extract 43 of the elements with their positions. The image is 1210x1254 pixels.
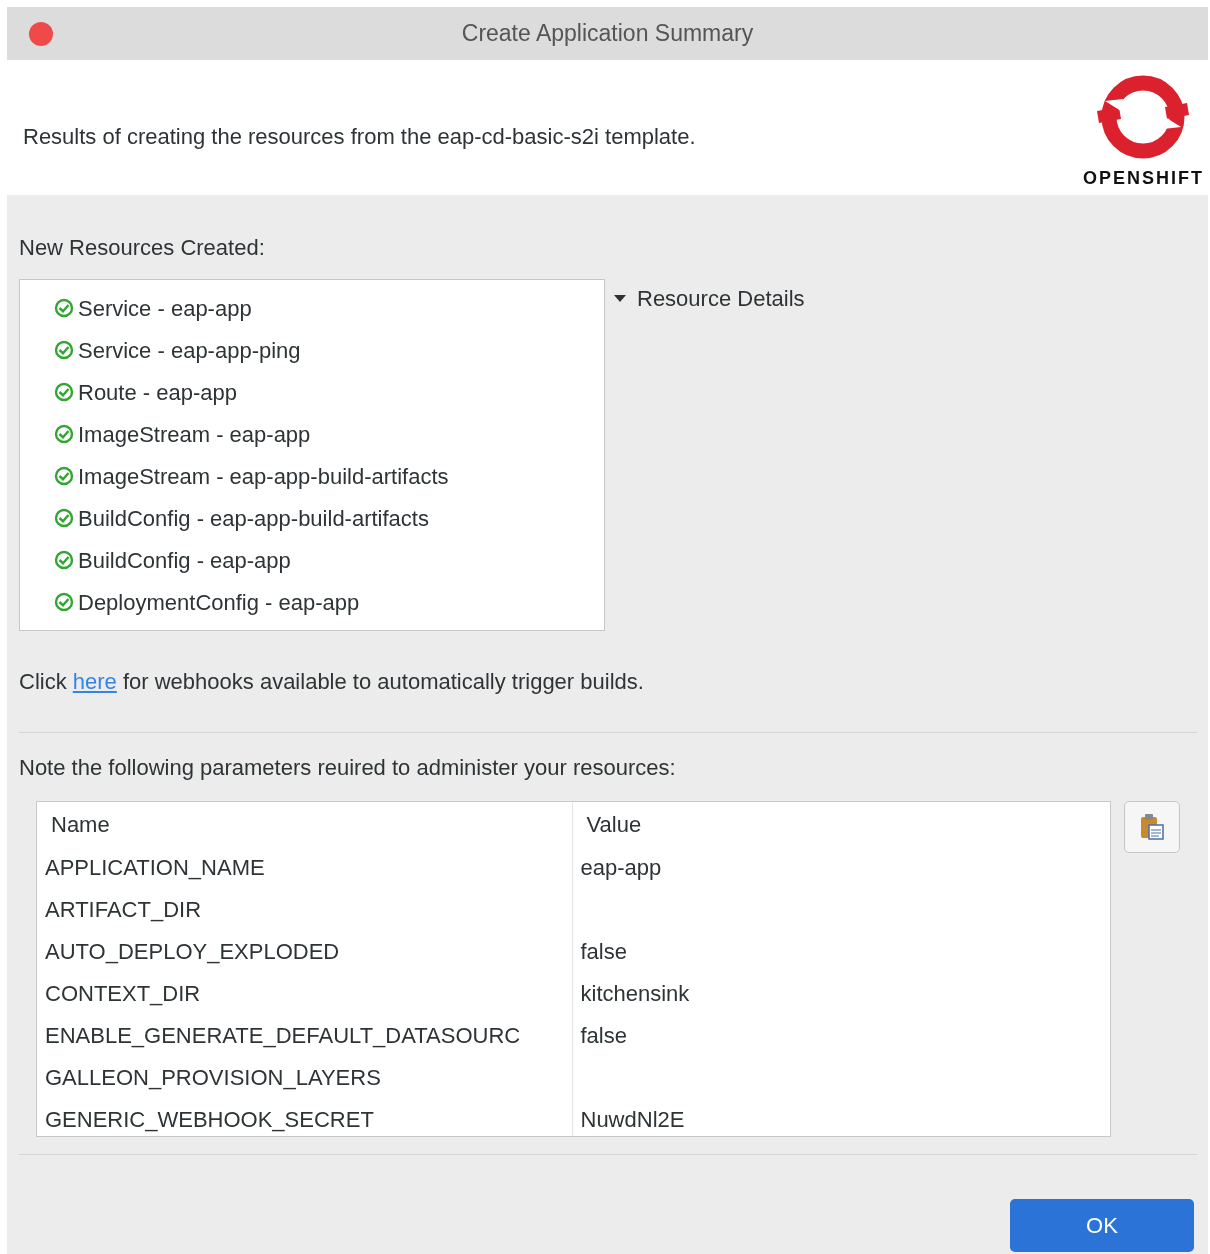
check-circle-icon <box>54 550 74 570</box>
table-cell: false <box>580 938 627 964</box>
resource-item: ImageStream - eap-app-build-artifacts <box>78 462 449 491</box>
resource-item: Service - eap-app-ping <box>78 336 301 365</box>
table-cell: CONTEXT_DIR <box>45 980 201 1006</box>
ok-button[interactable]: OK <box>1010 1199 1194 1252</box>
description-text: Results of creating the resources from the eap-cd-basic-s2i template. <box>23 122 696 151</box>
section-label: New Resources Created: <box>19 234 266 262</box>
close-button[interactable] <box>29 22 53 46</box>
resource-item: Service - eap-app <box>78 294 252 323</box>
resource-item: ImageStream - eap-app <box>78 420 311 449</box>
table-cell: APPLICATION_NAME <box>45 854 265 880</box>
window-title: Create Application Summary <box>461 19 754 49</box>
resource-details-expander[interactable]: Resource Details <box>613 282 805 315</box>
column-header[interactable]: Value <box>586 811 642 837</box>
check-circle-icon <box>54 298 74 318</box>
table-cell: ENABLE_GENERATE_DEFAULT_DATASOURC <box>45 1022 521 1048</box>
resource-item: DeploymentConfig - eap-app <box>78 588 360 617</box>
resource-list[interactable] <box>19 279 605 631</box>
resource-item: BuildConfig - eap-app <box>78 546 291 575</box>
webhooks-text: Click here for webhooks available to automatically trigger builds. <box>19 668 645 696</box>
logo-text: OPENSHIFT <box>1083 167 1204 190</box>
check-circle-icon <box>54 592 74 612</box>
check-circle-icon <box>54 340 74 360</box>
column-header[interactable]: Name <box>51 811 110 837</box>
table-cell: kitchensink <box>580 980 690 1006</box>
resource-item: Route - eap-app <box>78 378 237 407</box>
table-cell: AUTO_DEPLOY_EXPLODED <box>45 938 340 964</box>
check-circle-icon <box>54 466 74 486</box>
resource-item: BuildConfig - eap-app-build-artifacts <box>78 504 429 533</box>
table-cell: NuwdNl2E <box>580 1106 685 1132</box>
table-cell: GENERIC_WEBHOOK_SECRET <box>45 1106 374 1132</box>
table-cell: eap-app <box>580 854 662 880</box>
section-label: Note the following parameters reuired to administer your resources: <box>19 754 677 782</box>
check-circle-icon <box>54 424 74 444</box>
table-cell: ARTIFACT_DIR <box>45 896 202 922</box>
table-cell: false <box>580 1022 627 1048</box>
check-circle-icon <box>54 508 74 528</box>
caret-icon <box>613 293 627 304</box>
table-cell: GALLEON_PROVISION_LAYERS <box>45 1064 381 1090</box>
check-circle-icon <box>54 382 74 402</box>
clipboard-icon <box>1139 813 1165 841</box>
copy-button[interactable] <box>1124 801 1180 853</box>
